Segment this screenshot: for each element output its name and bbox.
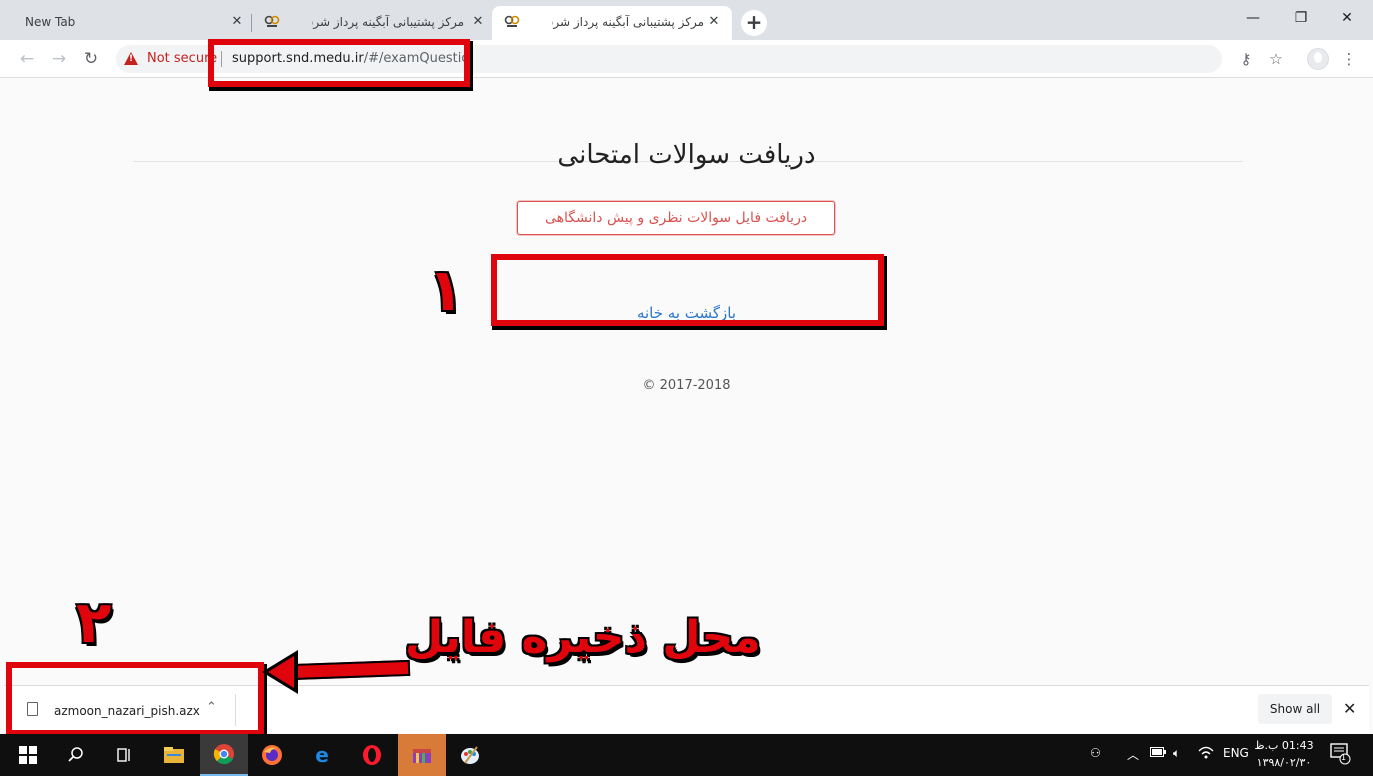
annotation-box-download [6,662,264,736]
copyright-text: © 2017-2018 [642,378,731,393]
winrar-icon[interactable] [398,734,446,776]
tab-support-center-active[interactable]: مرکز پشتیبانی آبگینه پرداز شرق ✕ [492,6,732,40]
opera-icon[interactable] [348,734,396,776]
paint-icon[interactable] [446,734,494,776]
tab-strip: New Tab ✕ مرکز پشتیبانی آبگینه پرداز شرق… [0,0,1373,40]
reload-icon[interactable]: ↻ [80,48,102,70]
security-indicator[interactable]: Not secure [147,51,217,66]
close-shelf-icon[interactable]: ✕ [1343,699,1356,718]
key-icon[interactable]: ⚷ [1236,49,1256,69]
people-icon[interactable]: ⚇ [1090,746,1101,760]
tab-new-tab[interactable]: New Tab ✕ [10,6,250,40]
browser-toolbar: ← → ↻ Not secure support.snd.medu.ir/#/e… [0,40,1373,78]
page-title: دریافت سوالات امتحانی [557,140,816,170]
clock-date: ۱۳۹۸/۰۲/۳۰ [1256,756,1312,769]
menu-icon[interactable]: ⋮ [1339,49,1359,69]
tab-close-icon[interactable]: ✕ [229,14,245,30]
annotation-step-1: ۱ [428,256,464,324]
chrome-icon[interactable] [200,734,248,776]
tab-close-icon[interactable]: ✕ [470,14,486,30]
tab-close-icon[interactable]: ✕ [706,14,722,30]
chevron-up-icon[interactable]: ︿ [1127,746,1139,763]
wifi-icon[interactable] [1198,746,1214,763]
notification-center-icon[interactable]: 1 [1329,742,1351,769]
clock-time: 01:43 ب.ظ [1254,739,1314,752]
annotation-box-url [208,39,470,87]
file-explorer-icon[interactable] [150,734,198,776]
close-window-button[interactable]: ✕ [1324,4,1370,32]
star-icon[interactable]: ☆ [1266,49,1286,69]
svg-text:e: e [315,744,329,766]
system-clock[interactable]: 01:43 ب.ظ ۱۳۹۸/۰۲/۳۰ [1250,737,1318,771]
site-favicon-icon [264,15,280,27]
annotation-arrow-head [268,656,294,688]
search-icon[interactable] [52,734,100,776]
new-tab-button[interactable]: + [741,10,767,36]
language-indicator[interactable]: ENG [1223,746,1249,760]
minimize-button[interactable]: — [1230,4,1276,32]
forward-icon[interactable]: → [48,48,70,70]
back-icon[interactable]: ← [16,48,38,70]
edge-icon[interactable]: e [298,734,346,776]
task-view-icon[interactable] [100,734,148,776]
browser-window: New Tab ✕ مرکز پشتیبانی آبگینه پرداز شرق… [0,0,1373,776]
download-questions-button[interactable]: دریافت فایل سوالات نظری و پیش دانشگاهی [517,201,835,235]
firefox-icon[interactable] [248,734,296,776]
windows-start-icon[interactable] [4,734,52,776]
show-all-downloads-button[interactable]: Show all [1258,694,1332,724]
tab-title: New Tab [25,15,76,29]
windows-taskbar: e ⚇ ︿ 🔈︎ ENG 01:43 ب.ظ ۱۳۹۸/۰۲/۳۰ 1 [0,734,1373,776]
tab-support-center[interactable]: مرکز پشتیبانی آبگینه پرداز شرق ✕ [252,6,492,40]
profile-icon[interactable] [1307,48,1329,70]
battery-icon[interactable] [1150,746,1166,760]
warning-icon [124,52,138,65]
notification-count: 1 [1341,753,1347,762]
volume-icon[interactable]: 🔈︎ [1173,746,1180,761]
site-favicon-icon [504,15,520,27]
annotation-label: محل ذخیره فایل [405,612,761,663]
annotation-step-2: ۲ [76,588,112,656]
maximize-button[interactable]: ❐ [1278,4,1324,32]
tab-title: مرکز پشتیبانی آبگینه پرداز شرق [552,15,704,29]
tab-title: مرکز پشتیبانی آبگینه پرداز شرق [312,15,464,29]
annotation-box-button [491,254,884,326]
